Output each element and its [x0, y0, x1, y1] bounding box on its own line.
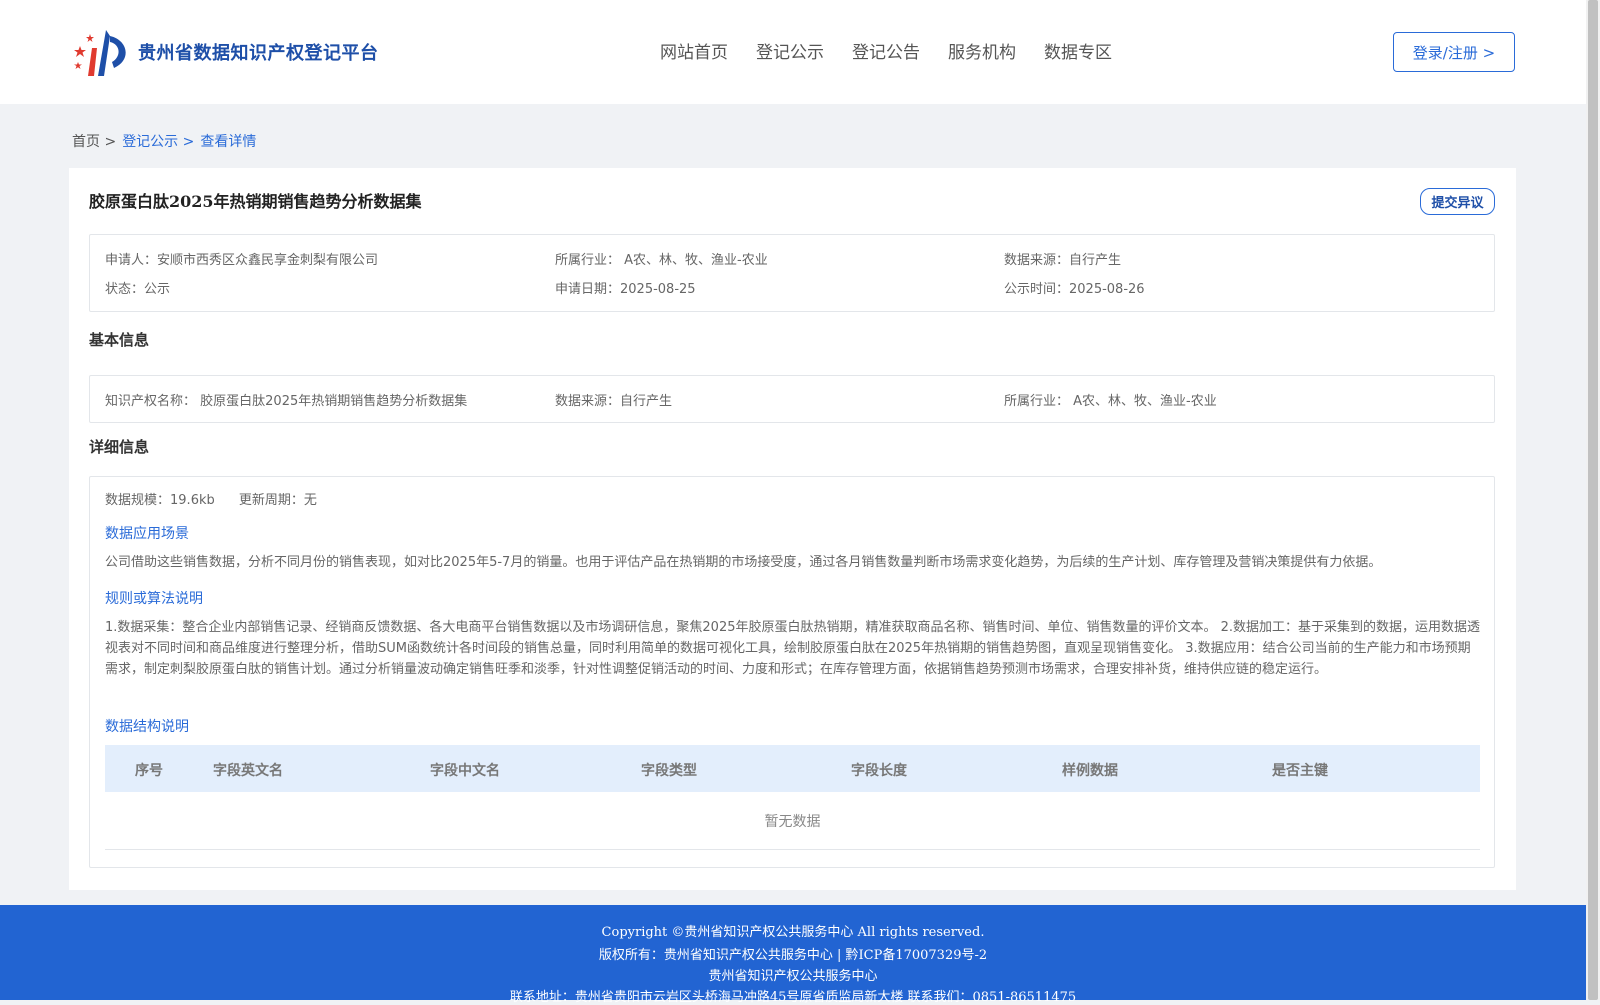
detail-info-heading: 详细信息	[89, 438, 150, 456]
status-field: 状态：公示	[105, 278, 170, 297]
basic-industry-field: 所属行业： A农、林、牧、渔业-农业	[1004, 390, 1217, 409]
industry-label: 所属行业：	[555, 253, 621, 268]
apply-date-value: 2025-08-25	[620, 282, 696, 297]
breadcrumb-section[interactable]: 登记公示 >	[122, 131, 194, 151]
publish-date-label: 公示时间：	[1004, 282, 1070, 297]
ip-name-field: 知识产权名称： 胶原蛋白肽2025年热销期销售趋势分析数据集	[105, 390, 467, 409]
breadcrumb-home[interactable]: 首页 >	[72, 131, 116, 151]
basic-industry-label: 所属行业：	[1004, 394, 1070, 409]
status-value: 公示	[144, 282, 171, 297]
source-label: 数据来源：	[1004, 253, 1070, 268]
update-value: 无	[303, 493, 317, 508]
structure-table-header: 序号 字段英文名 字段中文名 字段类型 字段长度 样例数据 是否主键	[105, 745, 1480, 792]
nav-item-registration-announcement[interactable]: 登记公告	[852, 38, 920, 63]
source-value: 自行产生	[1069, 253, 1122, 268]
site-title: 贵州省数据知识产权登记平台	[138, 43, 379, 64]
source-field: 数据来源：自行产生	[1004, 249, 1121, 268]
apply-date-label: 申请日期：	[555, 282, 621, 297]
rule-text: 1.数据采集：整合企业内部销售记录、经销商反馈数据、各大电商平台销售数据以及市场…	[105, 620, 1481, 677]
industry-field: 所属行业： A农、林、牧、渔业-农业	[555, 249, 768, 268]
site-header: 贵州省数据知识产权登记平台 网站首页 登记公示 登记公告 服务机构 数据专区 登…	[0, 0, 1586, 104]
publish-date-value: 2025-08-26	[1069, 282, 1145, 297]
breadcrumb: 首页 > 登记公示 > 查看详情	[72, 131, 262, 151]
column-header-chinese-name: 字段中文名	[430, 763, 500, 779]
rule-heading: 规则或算法说明	[105, 591, 203, 607]
industry-value: A农、林、牧、渔业-农业	[624, 253, 768, 268]
column-header-primary-key: 是否主键	[1272, 763, 1328, 779]
footer-contact: 联系地址：贵州省贵阳市云岩区头桥海马冲路45号原省质监局新大楼 联系我们：085…	[509, 990, 1077, 1005]
footer-org: 贵州省知识产权公共服务中心	[708, 969, 878, 984]
nav-item-registration-publicity[interactable]: 登记公示	[756, 38, 824, 63]
main-nav: 网站首页 登记公示 登记公告 服务机构 数据专区	[660, 38, 1140, 63]
nav-item-service-agencies[interactable]: 服务机构	[948, 38, 1016, 63]
basic-info-heading: 基本信息	[89, 331, 150, 349]
column-header-sample: 样例数据	[1062, 763, 1118, 779]
basic-source-label: 数据来源：	[555, 394, 621, 409]
ip-name-value: 胶原蛋白肽2025年热销期销售趋势分析数据集	[200, 394, 468, 409]
status-label: 状态：	[105, 282, 145, 297]
scenario-heading: 数据应用场景	[105, 526, 189, 542]
scenario-text: 公司借助这些销售数据，分析不同月份的销售表现，如对比2025年5-7月的销量。也…	[105, 555, 1382, 570]
table-empty-text: 暂无数据	[764, 814, 821, 830]
applicant-field: 申请人：安顺市西秀区众鑫民享金刺梨有限公司	[105, 249, 378, 268]
applicant-value: 安顺市西秀区众鑫民享金刺梨有限公司	[157, 253, 379, 268]
publish-date-field: 公示时间：2025-08-26	[1004, 278, 1145, 297]
nav-item-data-zone[interactable]: 数据专区	[1044, 38, 1112, 63]
detail-info-box: 数据规模：19.6kb 更新周期：无 数据应用场景 公司借助这些销售数据，分析不…	[89, 476, 1495, 868]
footer-copyright: Copyright ©贵州省知识产权公共服务中心 All rights rese…	[601, 925, 985, 940]
basic-industry-value: A农、林、牧、渔业-农业	[1073, 394, 1217, 409]
scale-value: 19.6kb	[170, 493, 215, 508]
site-footer: Copyright ©贵州省知识产权公共服务中心 All rights rese…	[0, 905, 1586, 1005]
login-register-button[interactable]: 登录/注册 >	[1393, 32, 1515, 72]
column-header-english-name: 字段英文名	[213, 763, 283, 779]
page-scrollbar[interactable]	[1586, 0, 1600, 1000]
page-title: 胶原蛋白肽2025年热销期销售趋势分析数据集	[89, 192, 422, 211]
meta-summary-box: 申请人：安顺市西秀区众鑫民享金刺梨有限公司 所属行业： A农、林、牧、渔业-农业…	[89, 234, 1495, 312]
logo-emblem-icon	[74, 30, 126, 76]
applicant-label: 申请人：	[105, 253, 158, 268]
structure-heading: 数据结构说明	[105, 719, 189, 735]
site-logo[interactable]: 贵州省数据知识产权登记平台	[70, 26, 379, 78]
submit-dispute-button[interactable]: 提交异议	[1420, 188, 1495, 215]
apply-date-field: 申请日期：2025-08-25	[555, 278, 696, 297]
ip-name-label: 知识产权名称：	[105, 394, 197, 409]
footer-owner: 版权所有：贵州省知识产权公共服务中心 | 黔ICP备17007329号-2	[598, 948, 988, 963]
detail-card: 胶原蛋白肽2025年热销期销售趋势分析数据集 提交异议 申请人：安顺市西秀区众鑫…	[69, 168, 1516, 890]
scrollbar-thumb[interactable]	[1588, 0, 1598, 1000]
table-bottom-divider	[105, 849, 1480, 850]
scale-label: 数据规模：	[105, 493, 171, 508]
basic-source-field: 数据来源：自行产生	[555, 390, 672, 409]
column-header-length: 字段长度	[851, 763, 907, 779]
breadcrumb-current: 查看详情	[200, 134, 257, 150]
nav-item-home[interactable]: 网站首页	[660, 38, 728, 63]
basic-info-box: 知识产权名称： 胶原蛋白肽2025年热销期销售趋势分析数据集 数据来源：自行产生…	[89, 375, 1495, 423]
scale-field: 数据规模：19.6kb 更新周期：无	[105, 489, 317, 508]
column-header-index: 序号	[135, 763, 163, 779]
update-label: 更新周期：	[238, 493, 304, 508]
column-header-type: 字段类型	[641, 763, 697, 779]
basic-source-value: 自行产生	[620, 394, 673, 409]
